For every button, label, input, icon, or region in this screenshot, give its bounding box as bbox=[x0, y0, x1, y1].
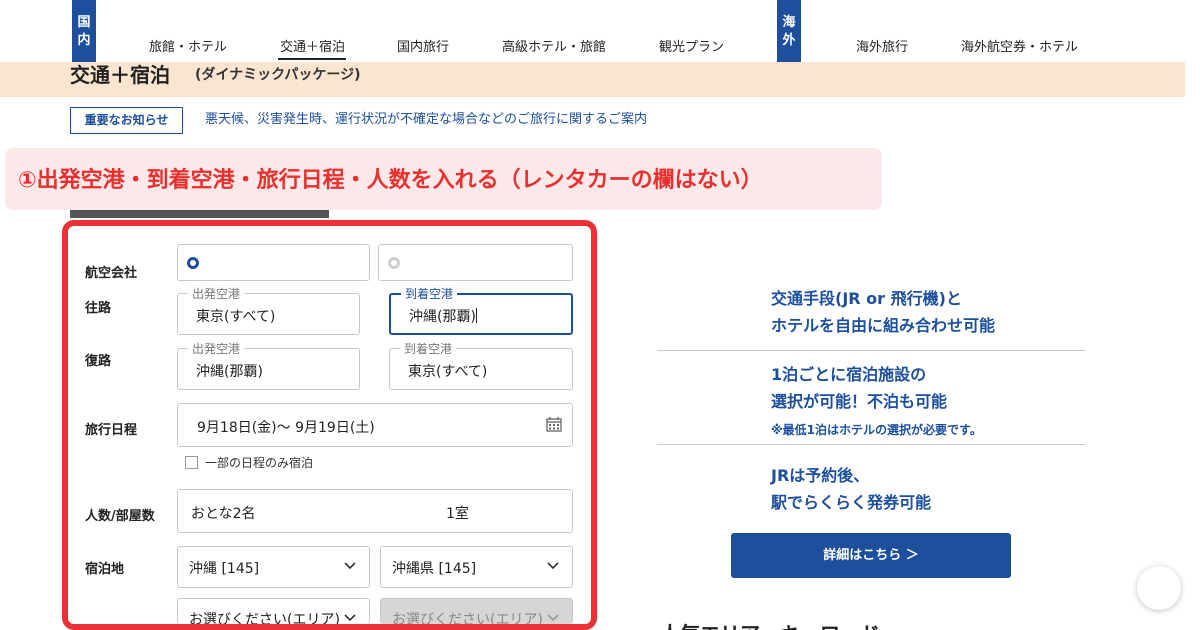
text-cursor bbox=[475, 308, 477, 323]
stay-region-select[interactable]: 沖縄 [145] bbox=[177, 546, 370, 588]
guests-field[interactable]: おとな2名 1室 bbox=[177, 489, 573, 533]
airline-label: 航空会社 bbox=[85, 266, 138, 281]
nav-item-hotel[interactable]: 旅館・ホテル bbox=[149, 36, 227, 55]
chevron-down-icon bbox=[344, 562, 356, 570]
schedule-value: 9月18日(金)〜 9月19日(土) bbox=[197, 420, 375, 436]
stay-prefecture-select[interactable]: 沖縄県 [145] bbox=[380, 546, 573, 588]
sub-area-select-disabled: お選びください(エリア) bbox=[380, 598, 573, 624]
nav-item-overseas-travel[interactable]: 海外旅行 bbox=[856, 36, 908, 55]
airline-option-2[interactable] bbox=[378, 244, 573, 281]
details-button[interactable]: 詳細はこちら ＞ bbox=[731, 533, 1011, 578]
notice-link[interactable]: 悪天候、災害発生時、運行状況が不確定な場合などのご旅行に関するご案内 bbox=[205, 108, 647, 127]
nav-active-indicator bbox=[278, 58, 346, 60]
important-notice-button[interactable]: 重要なお知らせ bbox=[70, 107, 183, 134]
return-arrival-value: 東京(すべて) bbox=[408, 364, 488, 380]
outbound-departure-field[interactable]: 出発空港 東京(すべて) bbox=[177, 285, 360, 335]
partial-stay-checkbox[interactable] bbox=[185, 456, 198, 469]
area-select-value: お選びください(エリア) bbox=[189, 612, 340, 624]
return-departure-field[interactable]: 出発空港 沖縄(那覇) bbox=[177, 340, 360, 390]
radio-selected-icon[interactable] bbox=[187, 257, 199, 269]
return-departure-value: 沖縄(那覇) bbox=[196, 364, 263, 380]
search-tab-indicator bbox=[70, 210, 329, 218]
radio-unselected-icon[interactable] bbox=[388, 257, 400, 269]
stay-label: 宿泊地 bbox=[85, 562, 125, 577]
page-subtitle: (ダイナミックパッケージ) bbox=[195, 67, 361, 83]
promo-heading-1: 交通手段(JR or 飛行機)と ホテルを自由に組み合わせ可能 bbox=[771, 289, 996, 335]
nav-item-domestic-travel[interactable]: 国内旅行 bbox=[397, 36, 449, 55]
promo-divider bbox=[657, 350, 1085, 351]
outbound-arrival-field[interactable]: 到着空港 沖縄(那覇) bbox=[389, 285, 573, 335]
outbound-arrival-value: 沖縄(那覇) bbox=[409, 309, 476, 325]
chevron-down-icon bbox=[547, 614, 559, 622]
guests-label: 人数/部屋数 bbox=[85, 509, 155, 524]
floating-action-button[interactable] bbox=[1137, 566, 1181, 610]
schedule-field[interactable]: 9月18日(金)〜 9月19日(土) bbox=[177, 403, 573, 447]
area-select[interactable]: お選びください(エリア) bbox=[177, 598, 370, 624]
stay-region-value: 沖縄 [145] bbox=[189, 561, 260, 577]
overseas-badge: 海 外 bbox=[777, 0, 801, 62]
promo-note: ※最低1泊はホテルの選択が必要です。 bbox=[771, 423, 982, 437]
return-label: 復路 bbox=[85, 354, 112, 369]
page-title: 交通＋宿泊 bbox=[70, 63, 170, 87]
arrival-airport-label: 到着空港 bbox=[401, 285, 458, 302]
chevron-down-icon bbox=[547, 562, 559, 570]
header-band bbox=[0, 62, 1185, 97]
nav-item-transport-stay[interactable]: 交通＋宿泊 bbox=[280, 36, 345, 55]
airline-option-1[interactable] bbox=[177, 244, 370, 281]
nav-item-overseas-flights[interactable]: 海外航空券・ホテル bbox=[961, 36, 1078, 55]
rooms-value: 1室 bbox=[446, 506, 469, 522]
stay-prefecture-value: 沖縄県 [145] bbox=[392, 561, 477, 577]
departure-airport-label: 出発空港 bbox=[188, 340, 245, 357]
return-arrival-field[interactable]: 到着空港 東京(すべて) bbox=[389, 340, 573, 390]
annotation-text: ①出発空港・到着空港・旅行日程・人数を入れる（レンタカーの欄はない） bbox=[18, 168, 763, 193]
promo-divider bbox=[657, 444, 1085, 445]
sub-area-select-value: お選びください(エリア) bbox=[392, 612, 543, 624]
partial-stay-label[interactable]: 一部の日程のみ宿泊 bbox=[205, 454, 313, 471]
outbound-label: 往路 bbox=[85, 301, 112, 316]
promo-heading-2: 1泊ごとに宿泊施設の 選択が可能！不泊も可能 bbox=[771, 365, 948, 411]
chevron-down-icon bbox=[344, 614, 356, 622]
schedule-label: 旅行日程 bbox=[85, 423, 138, 438]
top-nav: 国 内 旅館・ホテル 交通＋宿泊 国内旅行 高級ホテル・旅館 観光プラン 海 外… bbox=[0, 0, 1200, 62]
popular-keywords-heading: 人気エリア・キーワード bbox=[660, 618, 880, 630]
outbound-departure-value: 東京(すべて) bbox=[196, 309, 276, 325]
arrival-airport-label: 到着空港 bbox=[400, 340, 457, 357]
departure-airport-label: 出発空港 bbox=[188, 285, 245, 302]
guests-value: おとな2名 bbox=[191, 506, 256, 522]
nav-item-luxury-hotel[interactable]: 高級ホテル・旅館 bbox=[502, 36, 606, 55]
domestic-badge: 国 内 bbox=[72, 0, 96, 62]
promo-heading-3: JRは予約後、 駅でらくらく発券可能 bbox=[771, 466, 932, 512]
nav-item-sightseeing[interactable]: 観光プラン bbox=[659, 36, 724, 55]
calendar-icon[interactable] bbox=[546, 417, 562, 432]
